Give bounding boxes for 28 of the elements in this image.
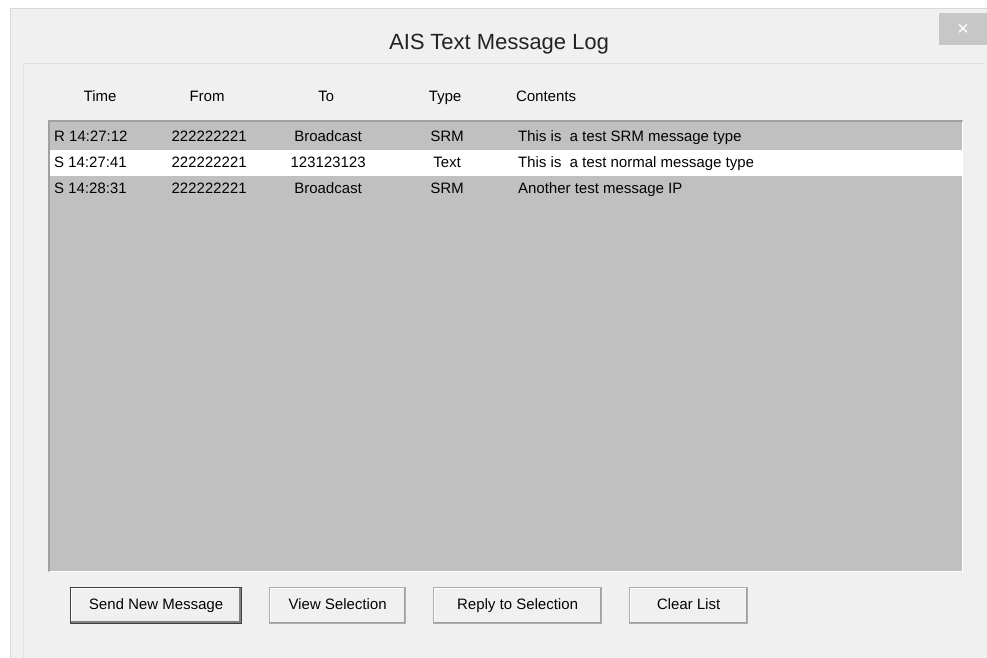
dialog-button[interactable]: View Selection (269, 587, 406, 624)
column-header[interactable]: Contents (500, 86, 961, 108)
table-cell-text: 222222221 (170, 126, 248, 147)
table-cell-text: This is a test normal message type (517, 152, 755, 173)
column-header[interactable]: Type (390, 86, 500, 108)
table-cell-text: Broadcast (293, 178, 363, 199)
dialog-button[interactable]: Send New Message (70, 587, 242, 624)
window-title: AIS Text Message Log (389, 28, 609, 56)
message-row[interactable]: S 14:28:31 222222221 Broadcast SRM Another test message IP (50, 176, 962, 202)
table-cell-text: Broadcast (293, 126, 363, 147)
dialog-button[interactable]: Clear List (629, 587, 748, 624)
table-cell-text: 222222221 (170, 178, 248, 199)
table-cell-text: Text (432, 152, 462, 173)
table-cell-text: S 14:28:31 (53, 178, 128, 199)
table-cell-text: This is a test SRM message type (517, 126, 742, 147)
table-cell-text: SRM (429, 178, 465, 199)
column-header[interactable]: From (152, 86, 262, 108)
table-cell-text: SRM (429, 126, 465, 147)
column-header[interactable]: Time (48, 86, 152, 108)
dialog-button[interactable]: Reply to Selection (433, 587, 602, 624)
table-cell-text: R 14:27:12 (53, 126, 128, 147)
table-cell-text: 222222221 (170, 152, 248, 173)
message-row[interactable]: R 14:27:12 222222221 Broadcast SRM This is a test SRM message type (50, 124, 962, 150)
table-cell-text: 123123123 (289, 152, 367, 173)
message-row[interactable]: S 14:27:41 222222221 123123123 Text This is a test normal message type (50, 150, 962, 176)
column-header[interactable]: To (262, 86, 390, 108)
table-cell-text: S 14:27:41 (53, 152, 128, 173)
table-cell-text: Another test message IP (517, 178, 684, 199)
